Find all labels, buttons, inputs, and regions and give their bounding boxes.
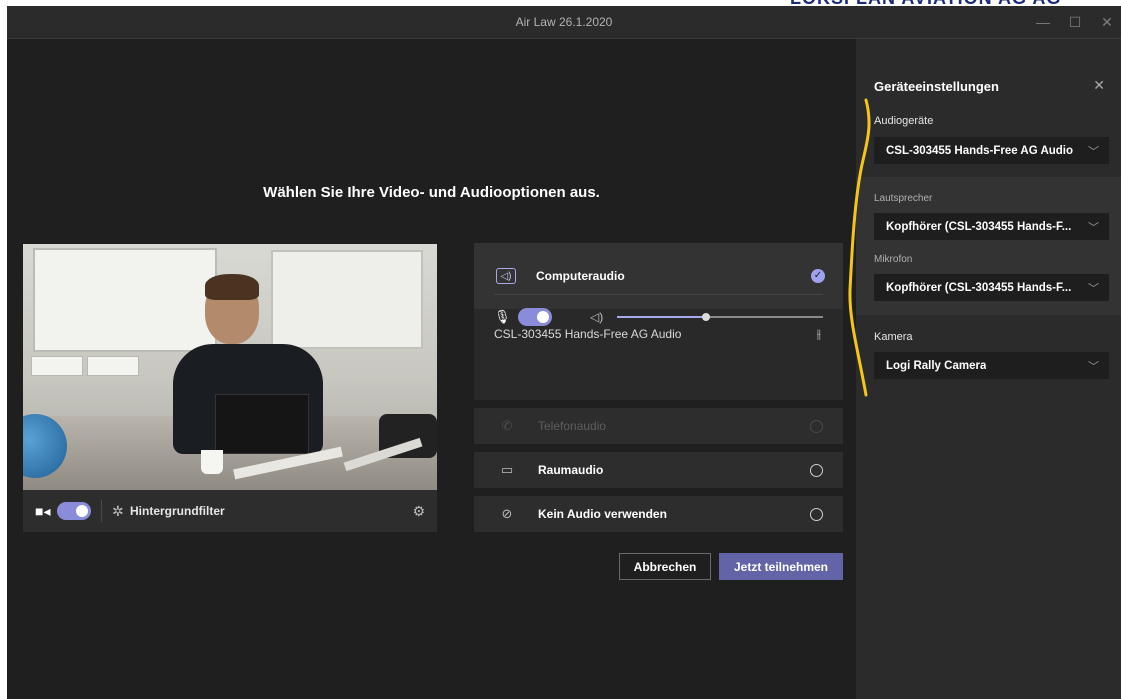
speaker-value: Kopfhörer (CSL-303455 Hands-F...	[886, 220, 1072, 233]
computer-audio-panel: ◁) Computeraudio ✓ CSL-303455 Hands-Free…	[474, 243, 843, 400]
page-heading: Wählen Sie Ihre Video- und Audiooptionen…	[263, 184, 600, 201]
volume-slider[interactable]	[617, 310, 823, 324]
room-audio-label: Raumaudio	[538, 463, 604, 477]
computer-audio-icon: ◁)	[496, 268, 516, 284]
chevron-down-icon: ﹀	[1088, 145, 1099, 158]
phone-audio-radio	[810, 419, 823, 433]
chevron-down-icon: ﹀	[1088, 360, 1099, 373]
background-filter-label[interactable]: Hintergrundfilter	[130, 504, 225, 518]
monitor-icon: ▭	[500, 462, 514, 477]
camera-label: Kamera	[874, 331, 913, 343]
no-audio-label: Kein Audio verwenden	[538, 507, 667, 521]
audio-devices-label: Audiogeräte	[874, 115, 934, 127]
chevron-down-icon: ﹀	[1088, 282, 1099, 295]
video-preview	[23, 244, 437, 490]
no-audio-option[interactable]: ⊘ Kein Audio verwenden	[474, 496, 843, 532]
computer-audio-option[interactable]: ◁) Computeraudio ✓	[474, 243, 843, 309]
chevron-down-icon: ﹀	[1088, 221, 1099, 234]
microphone-value: Kopfhörer (CSL-303455 Hands-F...	[886, 281, 1072, 294]
close-window-icon[interactable]: ✕	[1093, 6, 1121, 38]
device-settings-icon[interactable]: ⫲	[817, 326, 821, 342]
microphone-toggle[interactable]	[518, 308, 552, 326]
camera-value: Logi Rally Camera	[886, 359, 987, 372]
minimize-icon[interactable]: —	[1029, 6, 1057, 38]
speaker-icon: ◁)	[590, 310, 604, 324]
settings-title: Geräteeinstellungen	[874, 79, 999, 94]
gear-icon[interactable]: ⚙	[412, 503, 425, 520]
phone-icon: ✆	[501, 418, 513, 433]
background-filter-icon[interactable]: ✲	[112, 503, 130, 520]
audio-device-name: CSL-303455 Hands-Free AG Audio	[494, 327, 682, 341]
phone-audio-label: Telefonaudio	[538, 419, 607, 433]
window-title: Air Law 26.1.2020	[515, 15, 613, 29]
close-icon[interactable]: ✕	[1093, 77, 1105, 94]
video-camera-icon: ■◂	[35, 502, 51, 519]
microphone-icon: 🎙	[494, 309, 511, 324]
microphone-dropdown[interactable]: Kopfhörer (CSL-303455 Hands-F... ﹀	[874, 274, 1109, 301]
no-audio-radio[interactable]	[810, 507, 823, 521]
no-audio-icon: ⊘	[501, 506, 513, 521]
computer-audio-label: Computeraudio	[536, 269, 625, 283]
room-audio-radio[interactable]	[810, 463, 823, 477]
banner-text: LOKSI LAN AVIATION AG AG	[790, 0, 1061, 9]
camera-dropdown[interactable]: Logi Rally Camera ﹀	[874, 352, 1109, 379]
teams-window: Air Law 26.1.2020 — ☐ ✕ Wählen Sie Ihre …	[7, 6, 1121, 699]
microphone-label: Mikrofon	[874, 254, 913, 265]
cancel-button[interactable]: Abbrechen	[619, 553, 711, 580]
room-audio-option[interactable]: ▭ Raumaudio	[474, 452, 843, 488]
divider	[494, 294, 823, 295]
video-controls-bar: ■◂ ✲ Hintergrundfilter ⚙	[23, 490, 437, 532]
audio-device-dropdown[interactable]: CSL-303455 Hands-Free AG Audio ﹀	[874, 137, 1109, 164]
speaker-dropdown[interactable]: Kopfhörer (CSL-303455 Hands-F... ﹀	[874, 213, 1109, 240]
join-now-button[interactable]: Jetzt teilnehmen	[719, 553, 843, 580]
divider	[101, 500, 102, 522]
mic-volume-row: 🎙 ◁)	[494, 307, 823, 327]
title-bar: Air Law 26.1.2020 — ☐ ✕	[7, 6, 1121, 39]
speaker-label: Lautsprecher	[874, 193, 933, 204]
phone-audio-option: ✆ Telefonaudio	[474, 408, 843, 444]
checkmark-icon: ✓	[811, 269, 825, 283]
camera-toggle[interactable]	[57, 502, 91, 520]
volume-slider-thumb[interactable]	[701, 313, 710, 321]
maximize-icon[interactable]: ☐	[1061, 6, 1089, 38]
device-settings-panel: Geräteeinstellungen ✕ Audiogeräte CSL-30…	[856, 39, 1121, 699]
audio-device-value: CSL-303455 Hands-Free AG Audio	[886, 144, 1074, 157]
